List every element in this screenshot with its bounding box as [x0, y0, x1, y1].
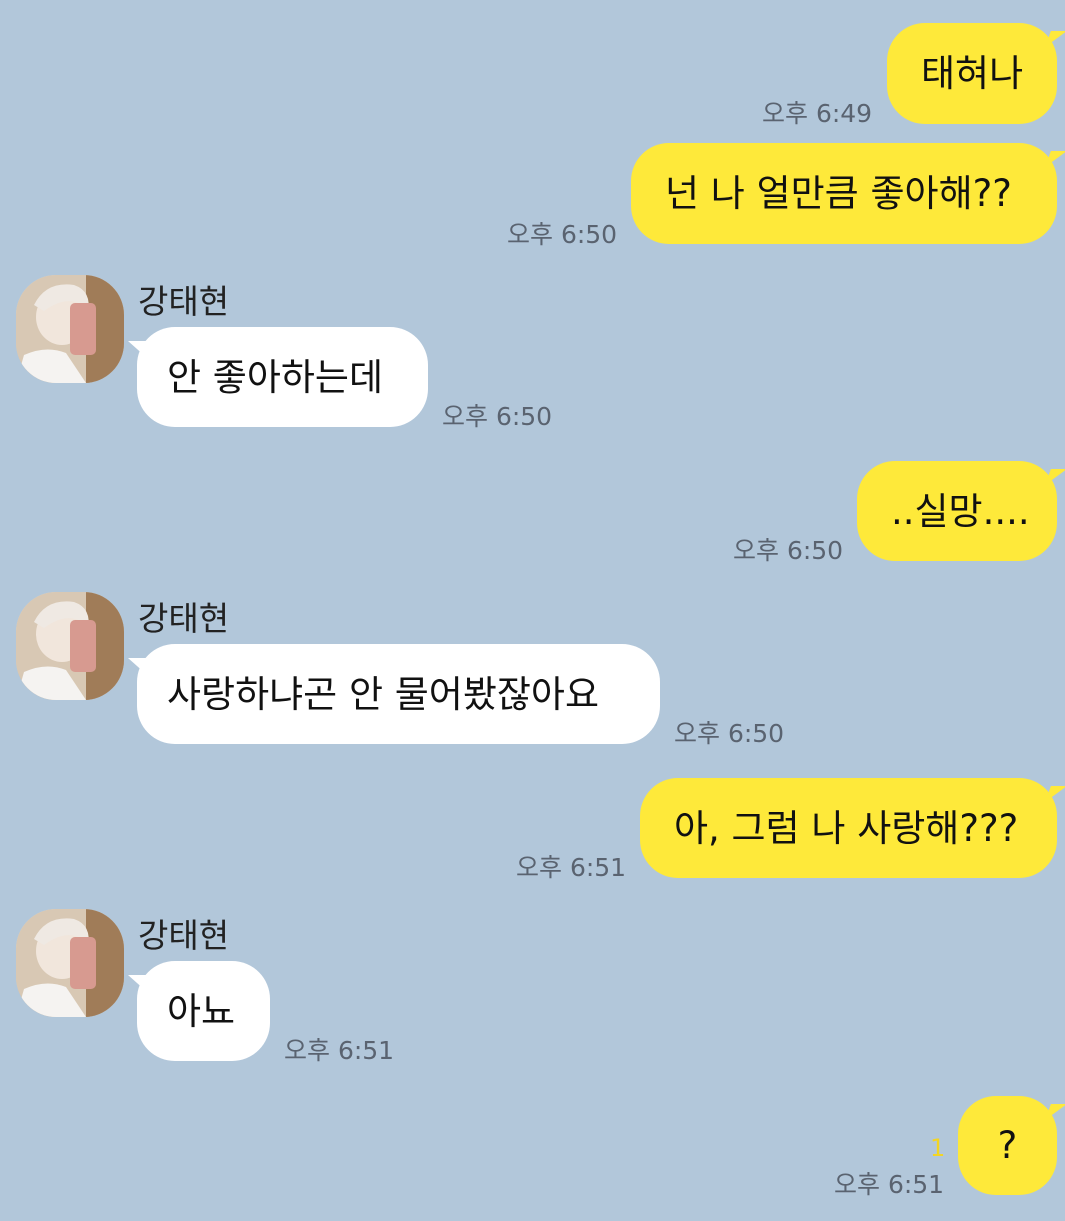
contact-avatar[interactable] — [16, 275, 124, 383]
message-timestamp: 오후 6:50 — [674, 719, 785, 748]
contact-avatar[interactable] — [16, 909, 124, 1017]
message-timestamp: 오후 6:51 — [516, 853, 627, 882]
message-timestamp: 오후 6:50 — [507, 220, 618, 249]
profile-photo-icon — [16, 275, 124, 383]
their-message-bubble[interactable]: 사랑하냐곤 안 물어봤잖아요 — [128, 644, 660, 744]
chat-room: 태혀나 오후 6:49 넌 나 얼만큼 좋아해?? 오후 6:50 강태현 안 … — [0, 0, 1065, 1221]
my-message-bubble[interactable]: ..실망.... — [857, 461, 1057, 561]
message-timestamp: 오후 6:50 — [733, 536, 844, 565]
sender-name: 강태현 — [138, 916, 230, 955]
my-message-bubble[interactable]: ? — [958, 1096, 1057, 1195]
my-message-bubble[interactable]: 넌 나 얼만큼 좋아해?? — [631, 143, 1057, 244]
profile-photo-icon — [16, 592, 124, 700]
their-message-bubble[interactable]: 아뇨 — [128, 961, 270, 1061]
sender-name: 강태현 — [138, 599, 230, 638]
unread-count: 1 — [930, 1134, 946, 1162]
my-message-bubble[interactable]: 태혀나 — [887, 23, 1057, 124]
my-message-bubble[interactable]: 아, 그럼 나 사랑해??? — [640, 778, 1057, 878]
message-timestamp: 오후 6:49 — [762, 99, 873, 128]
sender-name: 강태현 — [138, 282, 230, 321]
message-timestamp: 오후 6:50 — [442, 402, 553, 431]
profile-photo-icon — [16, 909, 124, 1017]
message-timestamp: 오후 6:51 — [834, 1170, 945, 1199]
message-timestamp: 오후 6:51 — [284, 1036, 395, 1065]
contact-avatar[interactable] — [16, 592, 124, 700]
their-message-bubble[interactable]: 안 좋아하는데 — [128, 327, 428, 427]
